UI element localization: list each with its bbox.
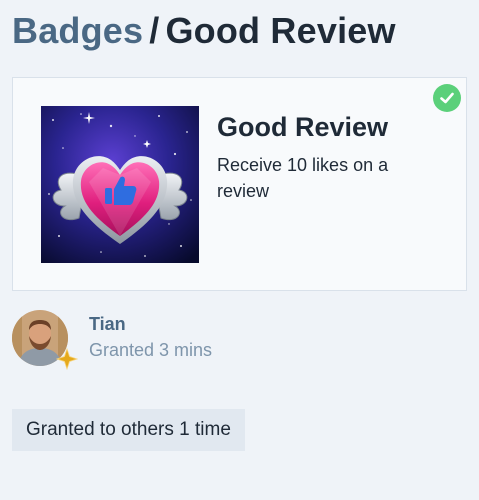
check-circle-icon <box>433 84 461 112</box>
badge-description: Receive 10 likes on a review <box>217 155 389 201</box>
page-title: Badges / Good Review <box>12 10 396 52</box>
grant-entry: Tian Granted 3 mins <box>12 310 467 372</box>
breadcrumb-badges-link[interactable]: Badges <box>12 10 143 51</box>
user-avatar-link[interactable] <box>12 310 79 372</box>
badge-detail-page: Badges / Good Review Good Review Receive… <box>0 0 479 500</box>
badge-image <box>41 106 199 263</box>
granted-to-others-button[interactable]: Granted to others 1 time <box>12 409 245 451</box>
user-name-link[interactable]: Tian <box>89 314 126 335</box>
breadcrumb-separator: / <box>149 10 160 51</box>
breadcrumb-current: Good Review <box>165 10 396 51</box>
badge-name: Good Review <box>217 112 389 142</box>
badge-card: Good Review Receive 10 likes on a review <box>12 77 467 291</box>
grant-time: Granted 3 mins <box>89 340 213 360</box>
sparkle-icon <box>55 347 79 371</box>
